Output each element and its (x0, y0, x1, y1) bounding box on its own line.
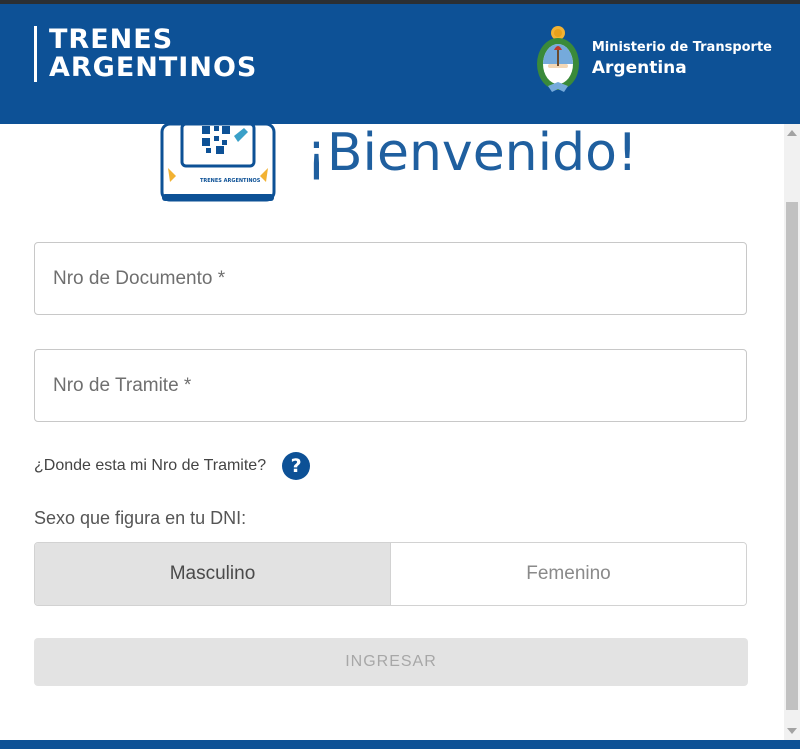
tramite-input[interactable] (35, 350, 746, 421)
hero-image-caption: TRENES ARGENTINOS (200, 178, 261, 184)
ministry-logo[interactable]: Ministerio de Transporte Argentina (536, 24, 772, 94)
scrollbar-thumb[interactable] (786, 202, 798, 710)
document-field[interactable] (34, 242, 747, 315)
sex-label: Sexo que figura en tu DNI: (34, 508, 247, 528)
ministry-country: Argentina (591, 58, 687, 78)
question-circle-icon[interactable]: ? (282, 452, 311, 480)
ministry-name: Ministerio de Transporte (591, 40, 772, 55)
tramite-help-link[interactable]: ¿Donde esta mi Nro de Tramite? (34, 457, 266, 475)
site-header: TRENES ARGENTINOS Ministerio de Transpor… (0, 4, 800, 124)
document-input[interactable] (35, 243, 746, 314)
ticket-machine-icon: TRENES ARGENTINOS (160, 124, 276, 202)
sex-option-masculino[interactable]: Masculino (35, 543, 391, 605)
brand-line1: TRENES (49, 24, 174, 55)
scroll-up-arrow-icon[interactable] (787, 130, 797, 136)
coat-of-arms-icon (536, 26, 579, 92)
brand-logo[interactable]: TRENES ARGENTINOS (34, 26, 257, 82)
tramite-field[interactable] (34, 349, 747, 422)
scroll-down-arrow-icon[interactable] (787, 728, 797, 734)
sex-selector: Masculino Femenino (34, 542, 747, 606)
brand-text: TRENES ARGENTINOS (49, 26, 257, 82)
sex-option-femenino[interactable]: Femenino (391, 543, 746, 605)
tramite-help: ¿Donde esta mi Nro de Tramite? ? (34, 452, 311, 480)
login-page: TRENES ARGENTINOS Ministerio de Transpor… (0, 0, 800, 749)
brand-bar (34, 26, 37, 82)
bottom-strip (0, 740, 800, 749)
ministry-text: Ministerio de Transporte Argentina (592, 39, 772, 79)
submit-button[interactable]: INGRESAR (34, 638, 748, 686)
welcome-title: ¡Bienvenido! (306, 123, 638, 183)
brand-line2: ARGENTINOS (49, 52, 258, 83)
vertical-scrollbar[interactable] (784, 124, 800, 740)
